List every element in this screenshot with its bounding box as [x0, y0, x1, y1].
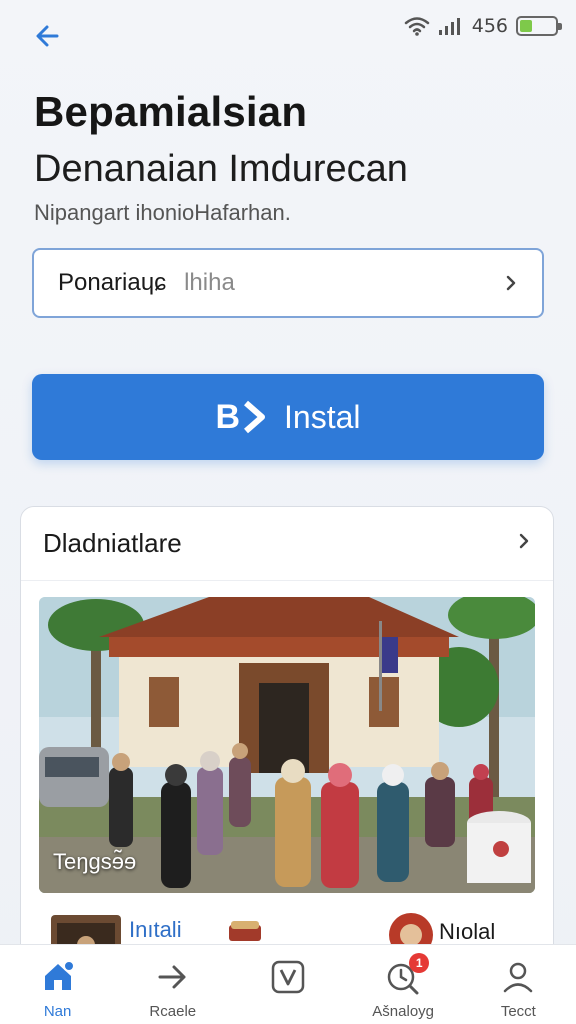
- page-subtitle: Denanaian Imdurecan: [34, 148, 408, 190]
- row-secondary-label: Nıolal: [439, 919, 496, 944]
- nav-item-recent[interactable]: Rcaele: [123, 957, 223, 1020]
- page-caption: Nipangart ihonioHafarhan.: [34, 200, 291, 225]
- chevron-right-icon: [504, 274, 518, 292]
- status-indicators: 456: [404, 12, 562, 40]
- photo-caption: Teŋgsɘ̃ɘ: [53, 849, 137, 874]
- nav-label-home: Nan: [43, 1003, 72, 1020]
- wifi-icon: [404, 17, 429, 36]
- chevron-right-icon: [517, 532, 531, 555]
- card-header[interactable]: Dladniatlare: [21, 507, 553, 581]
- signal-icon: [438, 18, 460, 35]
- clock-search-icon: 1: [385, 953, 430, 997]
- card-title: Dladniatlare: [43, 528, 182, 558]
- featured-card: Dladniatlare Teŋgsɘ̃ɘ Inıtali Nıolal: [20, 506, 554, 976]
- arrow-right-icon: [156, 957, 190, 997]
- page-title: Bepamialsian: [34, 88, 308, 135]
- install-button[interactable]: B Instal: [32, 374, 544, 460]
- v-box-icon: [270, 957, 306, 997]
- selector-value: Ponariaɥɕ: [58, 269, 167, 296]
- nav-item-activity[interactable]: 1 Ašnaloyg: [353, 953, 453, 1020]
- profile-icon: [501, 957, 535, 997]
- selector-hint: lhiha: [184, 269, 235, 296]
- notification-badge: 1: [409, 953, 430, 973]
- battery-level: [520, 20, 532, 32]
- battery-icon: [516, 16, 562, 36]
- bottom-nav: Nan Rcaele 1 Ašnaloyg Tecct: [0, 944, 576, 1024]
- nav-item-profile[interactable]: Tecct: [468, 957, 568, 1020]
- row-link-label[interactable]: Inıtali: [129, 917, 182, 943]
- back-button[interactable]: [28, 16, 68, 56]
- nav-item-center[interactable]: [238, 957, 338, 1003]
- install-label: Instal: [284, 398, 361, 435]
- home-icon: [41, 957, 75, 997]
- nav-label-recent: Rcaele: [149, 1003, 197, 1020]
- option-selector[interactable]: Ponariaɥɕ lhiha: [32, 248, 544, 318]
- status-bar: 456: [0, 0, 576, 60]
- nav-item-home[interactable]: Nan: [8, 957, 108, 1020]
- nav-label-activity: Ašnaloyg: [372, 1003, 435, 1020]
- install-logo-icon: B: [215, 398, 270, 437]
- network-label: 456: [471, 15, 508, 37]
- back-arrow-icon: [36, 25, 59, 47]
- nav-label-profile: Tecct: [500, 1003, 536, 1020]
- featured-photo[interactable]: Teŋgsɘ̃ɘ: [39, 597, 535, 893]
